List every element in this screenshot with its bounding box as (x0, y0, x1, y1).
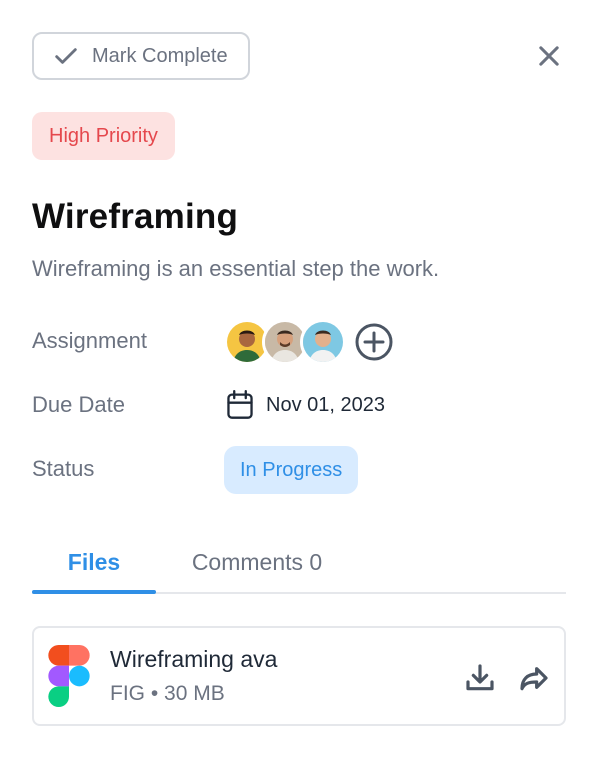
avatar[interactable] (300, 319, 346, 365)
assignee-avatars (224, 319, 394, 365)
due-date[interactable]: Nov 01, 2023 (226, 390, 385, 420)
status-label: Status (32, 456, 95, 481)
top-bar: Mark Complete (32, 32, 567, 80)
file-name: Wireframing ava (110, 646, 278, 672)
calendar-icon (227, 390, 253, 419)
mark-complete-button[interactable]: Mark Complete (32, 32, 250, 80)
task-description: Wireframing is an essential step the wor… (32, 256, 440, 281)
share-icon[interactable] (518, 662, 550, 694)
figma-icon (48, 645, 90, 707)
tab-comments[interactable]: Comments 0 (182, 532, 332, 592)
download-icon[interactable] (464, 662, 496, 694)
file-item[interactable]: Wireframing ava FIG • 30 MB (32, 626, 566, 726)
status-badge[interactable]: In Progress (224, 446, 359, 494)
close-icon[interactable] (535, 42, 563, 70)
task-title: Wireframing (32, 197, 239, 236)
priority-badge: High Priority (32, 112, 175, 160)
file-meta: FIG • 30 MB (110, 682, 225, 705)
due-date-label: Due Date (32, 392, 125, 417)
add-assignee-icon[interactable] (354, 322, 394, 362)
mark-complete-label: Mark Complete (92, 44, 228, 67)
tabs: Files Comments 0 (32, 532, 566, 594)
tab-files[interactable]: Files (32, 532, 156, 594)
due-date-value: Nov 01, 2023 (266, 393, 385, 416)
assignment-label: Assignment (32, 328, 147, 353)
check-icon (55, 48, 77, 64)
